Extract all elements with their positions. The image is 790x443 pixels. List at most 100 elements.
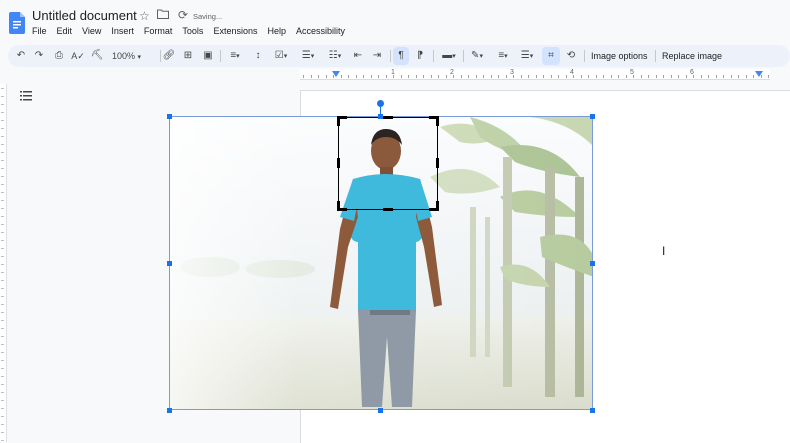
- ruler-tick: [318, 75, 319, 78]
- ruler-tick: [386, 75, 387, 78]
- border-weight-icon[interactable]: ≡▾: [492, 45, 514, 67]
- ruler-tick: [768, 75, 769, 78]
- ruler-tick: [423, 75, 424, 78]
- ruler-tick: [648, 75, 649, 78]
- vertical-ruler-tick: [1, 232, 4, 233]
- vertical-ruler-tick: [1, 424, 4, 425]
- resize-handle-bottom-left[interactable]: [167, 408, 172, 413]
- ruler-tick: [446, 75, 447, 78]
- resize-handle-top-right[interactable]: [590, 114, 595, 119]
- vertical-ruler-tick: [1, 192, 4, 193]
- vertical-ruler-tick: [1, 352, 4, 353]
- border-dash-icon[interactable]: ☰▾: [516, 45, 538, 67]
- resize-handle-top-left[interactable]: [167, 114, 172, 119]
- reset-image-icon[interactable]: ⟲: [564, 45, 578, 67]
- vertical-ruler-tick: [1, 384, 4, 385]
- ruler-tick: [611, 75, 612, 78]
- menu-insert[interactable]: Insert: [111, 26, 134, 38]
- vertical-ruler-tick: [1, 312, 4, 313]
- resize-handle-right[interactable]: [590, 261, 595, 266]
- resize-handle-bottom[interactable]: [378, 408, 383, 413]
- insert-image-icon[interactable]: ▣: [201, 45, 215, 67]
- wrap-text-icon[interactable]: ⁋: [413, 45, 427, 67]
- vertical-ruler-tick: [1, 288, 4, 289]
- star-icon[interactable]: ☆: [139, 9, 150, 23]
- menu-view[interactable]: View: [82, 26, 101, 38]
- vertical-ruler-tick: [1, 128, 4, 129]
- checklist-icon[interactable]: ☑▾: [270, 45, 292, 67]
- ruler-tick: [348, 75, 349, 78]
- decrease-indent-icon[interactable]: ⇤: [351, 45, 365, 67]
- move-folder-icon[interactable]: [157, 9, 169, 19]
- border-color-icon[interactable]: ✎▾: [466, 45, 488, 67]
- ruler-tick: [641, 75, 642, 78]
- image-options-button[interactable]: Image options: [591, 45, 648, 67]
- sync-icon: ⟳: [178, 8, 189, 22]
- ruler-tick: [746, 75, 747, 78]
- vertical-ruler-tick: [1, 120, 4, 121]
- vertical-ruler-tick: [1, 432, 4, 433]
- rotate-handle[interactable]: [377, 100, 384, 107]
- spellcheck-icon[interactable]: A✓: [71, 45, 85, 67]
- ruler-tick: [671, 75, 672, 78]
- crop-frame[interactable]: [337, 116, 439, 211]
- resize-handle-left[interactable]: [167, 261, 172, 266]
- ruler-tick: [663, 75, 664, 78]
- ruler-tick: [378, 75, 379, 78]
- bulleted-list-icon[interactable]: ☰▾: [297, 45, 319, 67]
- numbered-list-icon[interactable]: ☷▾: [324, 45, 346, 67]
- menu-file[interactable]: File: [32, 26, 47, 38]
- inline-text-icon[interactable]: ¶: [394, 45, 408, 67]
- docs-logo-icon[interactable]: [9, 12, 25, 34]
- line-spacing-icon[interactable]: ↕: [251, 45, 265, 67]
- menu-extensions[interactable]: Extensions: [213, 26, 257, 38]
- ruler-tick: [461, 75, 462, 78]
- menu-format[interactable]: Format: [144, 26, 173, 38]
- vertical-ruler-tick: [1, 264, 4, 265]
- document-outline-icon[interactable]: [20, 90, 32, 102]
- vertical-ruler-tick: [1, 272, 4, 273]
- vertical-ruler-tick: [1, 240, 4, 241]
- link-icon[interactable]: 🔗︎: [162, 45, 176, 67]
- menu-bar: File Edit View Insert Format Tools Exten…: [32, 26, 345, 38]
- menu-help[interactable]: Help: [267, 26, 286, 38]
- ruler-tick: [723, 75, 724, 78]
- ruler-tick: [431, 75, 432, 78]
- ruler-tick: [716, 75, 717, 78]
- doc-title[interactable]: Untitled document: [32, 8, 137, 23]
- menu-tools[interactable]: Tools: [182, 26, 203, 38]
- vertical-ruler: [0, 84, 7, 442]
- increase-indent-icon[interactable]: ⇥: [370, 45, 384, 67]
- ruler-tick: [371, 75, 372, 78]
- zoom-select[interactable]: 100% ▾: [108, 45, 160, 67]
- resize-handle-bottom-right[interactable]: [590, 408, 595, 413]
- ruler-tick: [401, 75, 402, 78]
- vertical-ruler-tick: [1, 176, 4, 177]
- menu-accessibility[interactable]: Accessibility: [296, 26, 345, 38]
- redo-icon[interactable]: ↷: [32, 45, 46, 67]
- ruler-tick: [341, 75, 342, 78]
- ruler-tick: [311, 75, 312, 78]
- menu-edit[interactable]: Edit: [57, 26, 73, 38]
- align-icon[interactable]: ≡▾: [224, 45, 246, 67]
- vertical-ruler-tick: [1, 440, 4, 441]
- print-icon[interactable]: ⎙: [52, 45, 66, 67]
- undo-icon[interactable]: ↶: [14, 45, 28, 67]
- vertical-ruler-tick: [1, 296, 4, 297]
- add-comment-icon[interactable]: ⊞: [181, 45, 195, 67]
- ruler-tick: [581, 75, 582, 78]
- ruler-tick: [521, 75, 522, 78]
- ruler-tick: [363, 75, 364, 78]
- replace-image-button[interactable]: Replace image: [662, 45, 722, 67]
- ruler-tick: [558, 75, 559, 78]
- vertical-ruler-tick: [1, 136, 4, 137]
- border-style-select[interactable]: ▬▾: [438, 45, 460, 67]
- crop-icon[interactable]: ⌗: [544, 45, 558, 67]
- ruler-tick: [483, 75, 484, 78]
- vertical-ruler-tick: [1, 360, 4, 361]
- vertical-ruler-tick: [1, 320, 4, 321]
- ruler-tick: [656, 75, 657, 78]
- ruler-tick: [326, 75, 327, 78]
- ruler-tick: [491, 75, 492, 78]
- paint-format-icon[interactable]: ⛏: [90, 45, 104, 67]
